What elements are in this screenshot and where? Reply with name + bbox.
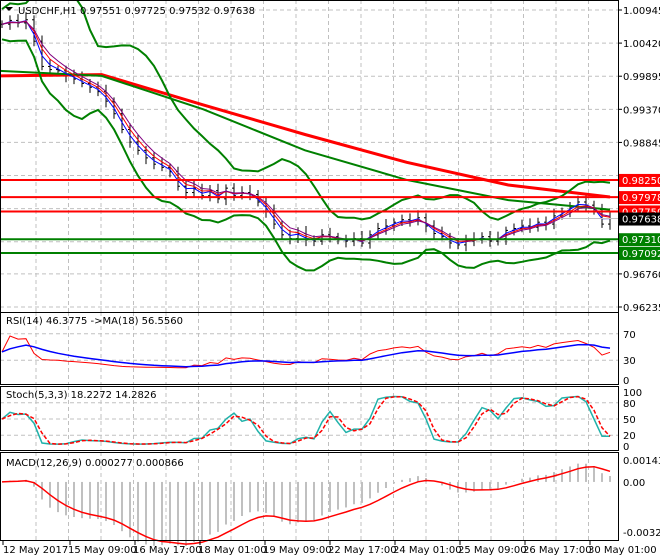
stoch-label: Stoch(5,3,3) 18.2272 14.2826 [6,390,157,401]
level-label: 0.97638 [622,215,660,226]
level-label: 0.97310 [622,235,660,246]
symbol-header: USDCHF,H1 [18,6,77,17]
time-tick-label: 25 May 09:00 [458,545,527,556]
price-tick-label: 0.98845 [623,138,660,149]
level-label: 0.97092 [622,249,660,260]
rsi-tick-label: 30 [623,356,636,367]
ema-fast-purple-line [1,21,611,242]
stoch-tick-label: 20 [623,431,636,442]
price-tick-label: 1.00420 [623,39,660,50]
stoch-tick-label: 80 [623,399,636,410]
time-tick-label: 24 May 01:00 [393,545,462,556]
level-label: 0.98250 [622,176,660,187]
level-label: 0.97978 [622,193,660,204]
price-tick-label: 0.96760 [623,270,660,281]
time-tick-label: 12 May 2017 [3,545,68,556]
price-chart[interactable]: 1.00945 1.00420 0.99895 0.99370 0.98845 0.967… [0,0,660,560]
time-tick-label: 18 May 01:00 [198,545,267,556]
macd-label: MACD(12,26,9) 0.000277 0.000866 [6,458,184,469]
collapse-triangle-icon[interactable] [5,7,13,11]
ma-mid-green-line [0,69,611,211]
time-tick-label: 22 May 17:00 [328,545,397,556]
price-tick-label: 1.00945 [623,6,660,17]
stoch-tick-label: 50 [623,415,636,426]
ma-slow-red-line [0,73,611,199]
rsi-tick-label: 0 [623,376,629,387]
rsi-tick-label: 70 [623,330,636,341]
stoch-main-line [1,395,610,445]
macd-tick-label: -0.003272 [623,528,660,539]
macd-tick-label: 0.00 [623,478,645,489]
time-tick-label: 26 May 17:00 [523,545,592,556]
time-tick-label: 30 May 01:00 [588,545,657,556]
stoch-tick-label: 100 [623,388,642,399]
price-tick-label: 0.99895 [623,72,660,83]
ohlc-header: 0.97551 0.97725 0.97532 0.97638 [80,6,255,17]
price-tick-label: 0.99370 [623,105,660,116]
time-tick-label: 19 May 09:00 [263,545,332,556]
macd-tick-label: 0.001434 [623,456,660,467]
price-tick-label: 0.96235 [623,303,660,314]
time-tick-label: 16 May 17:00 [133,545,202,556]
main-panel-frame [0,0,619,313]
stoch-tick-label: 0 [623,442,629,453]
time-tick-label: 15 May 09:00 [68,545,137,556]
rsi-label: RSI(14) 46.3775 ->MA(18) 56.5560 [6,316,183,327]
